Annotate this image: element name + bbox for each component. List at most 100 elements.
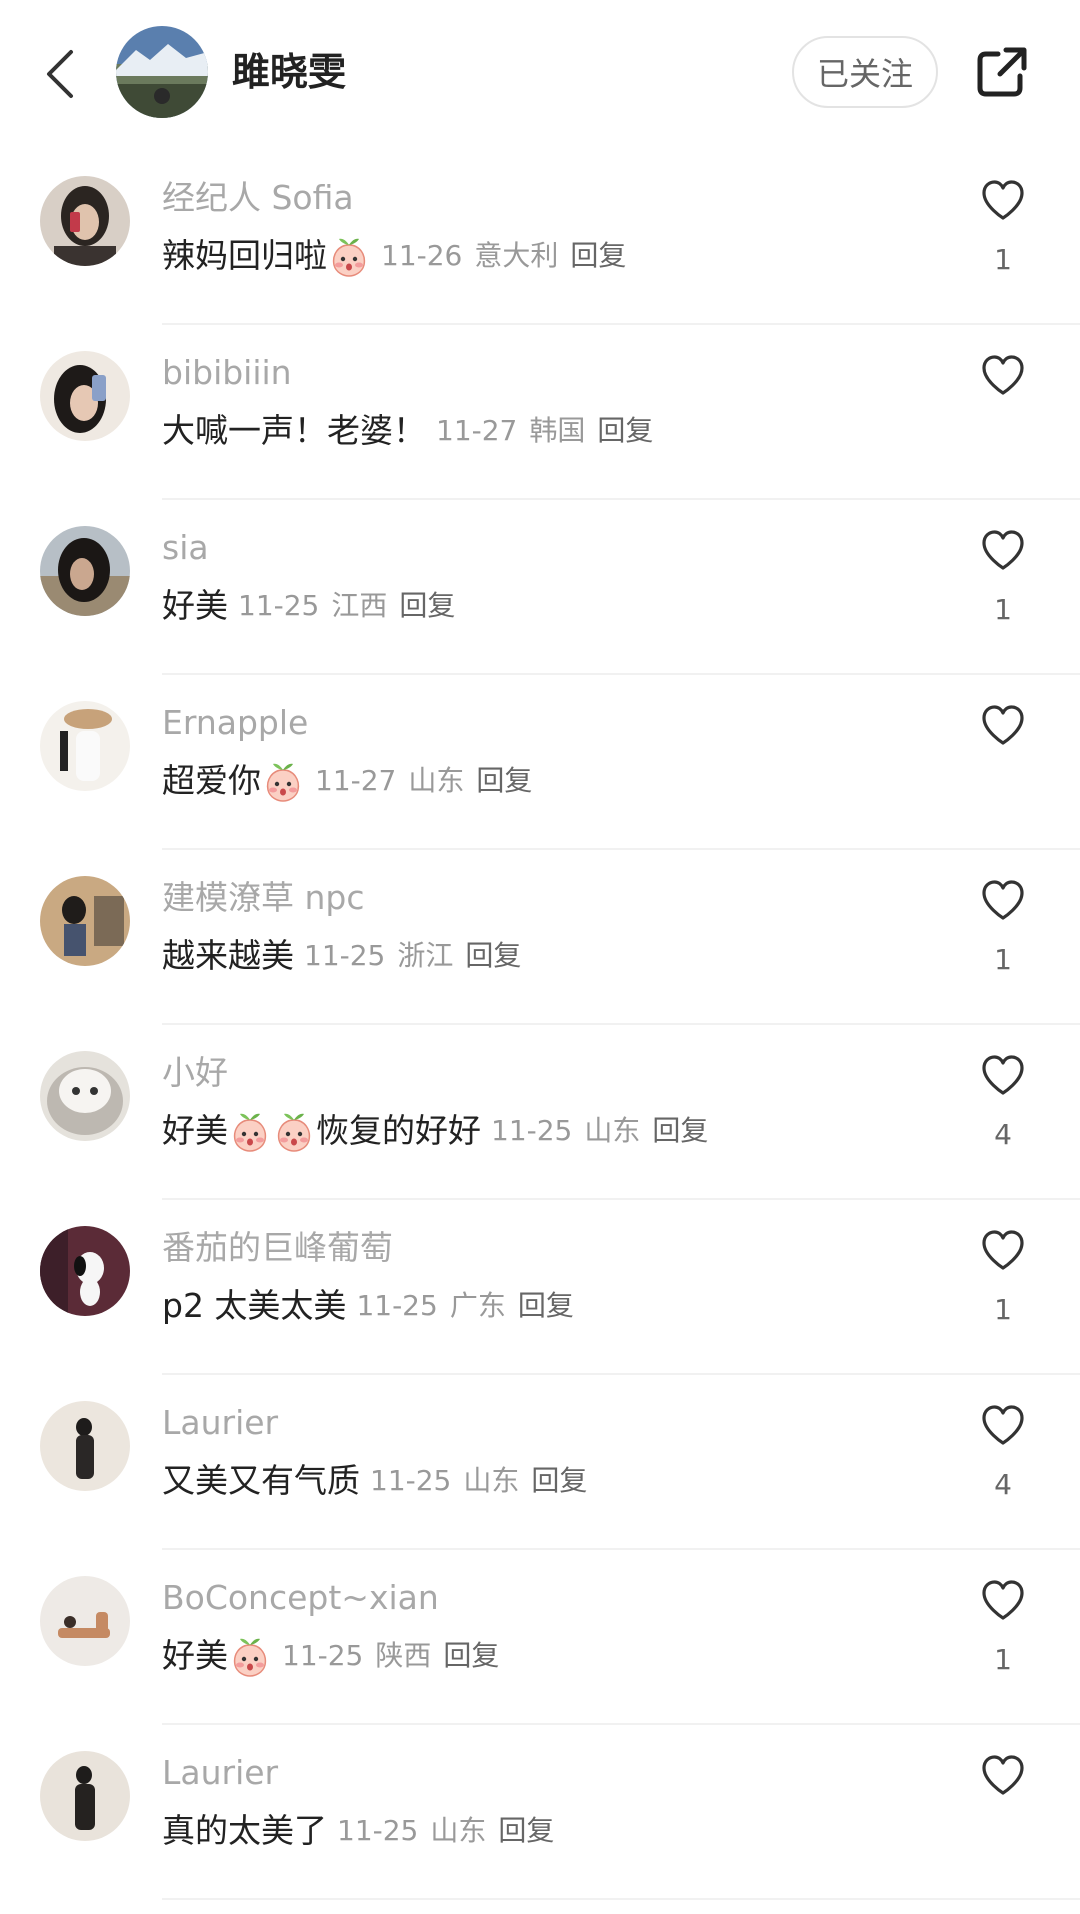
share-button[interactable]	[972, 42, 1032, 102]
comment-body: 好美 11-25 陕西 回复	[162, 1632, 511, 1680]
comment-location: 山东	[408, 764, 465, 797]
comment-item[interactable]: bibibiiin 大喊一声！老婆！ 11-27 韩国 回复	[0, 325, 1080, 500]
comment-username[interactable]: 经纪人 Sofia	[162, 176, 354, 220]
comment-date: 11-25	[238, 589, 320, 622]
comment-text: 真的太美了	[162, 1811, 327, 1850]
chevron-left-icon	[47, 50, 73, 98]
comment-item[interactable]: 建模潦草 npc 越来越美 11-25 浙江 回复 1	[0, 850, 1080, 1025]
comment-item[interactable]: Ernapple 超爱你 11-27 山东 回复	[0, 675, 1080, 850]
user-avatar[interactable]	[40, 1751, 130, 1841]
reply-button[interactable]: 回复	[443, 1639, 499, 1672]
heart-outline-icon[interactable]	[980, 353, 1026, 399]
comment-list: 经纪人 Sofia 辣妈回归啦 11-26 意大利 回复 1 bibibiiin 大喊一声！老…	[0, 150, 1080, 1900]
comment-item[interactable]: 经纪人 Sofia 辣妈回归啦 11-26 意大利 回复 1	[0, 150, 1080, 325]
share-icon	[977, 47, 1027, 97]
reply-button[interactable]: 回复	[518, 1289, 574, 1322]
comment-meta: 11-25 山东 回复	[370, 1457, 599, 1505]
user-avatar[interactable]	[40, 351, 130, 441]
comment-text: 好美	[162, 1636, 228, 1675]
comment-text-cont: 恢复的好好	[316, 1111, 481, 1150]
comment-body: 真的太美了 11-25 山东 回复	[162, 1807, 566, 1855]
comment-username[interactable]: sia	[162, 526, 209, 570]
comment-location: 意大利	[474, 239, 559, 272]
reply-button[interactable]: 回复	[597, 414, 653, 447]
comment-item[interactable]: Laurier 真的太美了 11-25 山东 回复	[0, 1725, 1080, 1900]
like-count: 4	[994, 1118, 1012, 1151]
blushing-peach-emoji-icon	[332, 238, 366, 277]
comment-body: 大喊一声！老婆！ 11-27 韩国 回复	[162, 407, 665, 455]
comment-location: 山东	[584, 1114, 641, 1147]
user-avatar[interactable]	[40, 1051, 130, 1141]
user-avatar[interactable]	[40, 526, 130, 616]
comment-username[interactable]: 小好	[162, 1051, 228, 1095]
following-button[interactable]: 已关注	[792, 36, 938, 108]
blushing-peach-emoji-icon	[277, 1113, 311, 1152]
comment-body: 好美 11-25 江西 回复	[162, 582, 467, 630]
comment-item[interactable]: sia 好美 11-25 江西 回复 1	[0, 500, 1080, 675]
comment-date: 11-25	[370, 1464, 452, 1497]
comment-text: p2 太美太美	[162, 1286, 347, 1325]
user-avatar[interactable]	[40, 701, 130, 791]
like-count: 1	[994, 943, 1012, 976]
reply-button[interactable]: 回复	[399, 589, 455, 622]
comment-username[interactable]: BoConcept~xian	[162, 1576, 439, 1620]
comment-location: 陕西	[375, 1639, 432, 1672]
reply-button[interactable]: 回复	[465, 939, 521, 972]
reply-button[interactable]: 回复	[498, 1814, 554, 1847]
comment-location: 广东	[449, 1289, 506, 1322]
heart-outline-icon[interactable]	[980, 528, 1026, 574]
user-avatar[interactable]	[40, 1226, 130, 1316]
heart-outline-icon[interactable]	[980, 1053, 1026, 1099]
top-bar: 雎晓雯 已关注	[0, 0, 1080, 150]
comment-item[interactable]: 小好好美 恢复的好好 11-25 山东 回复 4	[0, 1025, 1080, 1200]
profile-name[interactable]: 雎晓雯	[232, 48, 346, 96]
comment-date: 11-25	[356, 1289, 438, 1322]
user-avatar[interactable]	[40, 1576, 130, 1666]
heart-outline-icon[interactable]	[980, 878, 1026, 924]
comment-username[interactable]: Laurier	[162, 1751, 278, 1795]
like-count: 1	[994, 243, 1012, 276]
profile-avatar[interactable]	[116, 26, 208, 118]
comment-location: 江西	[331, 589, 388, 622]
comment-username[interactable]: 建模潦草 npc	[162, 876, 365, 920]
comment-meta: 11-25 山东 回复	[491, 1107, 720, 1155]
comment-date: 11-25	[491, 1114, 573, 1147]
blushing-peach-emoji-icon	[266, 763, 300, 802]
comment-body: 越来越美 11-25 浙江 回复	[162, 932, 533, 980]
heart-outline-icon[interactable]	[980, 1228, 1026, 1274]
comment-username[interactable]: 番茄的巨峰葡萄	[162, 1226, 393, 1270]
comment-username[interactable]: bibibiiin	[162, 351, 292, 395]
reply-button[interactable]: 回复	[652, 1114, 708, 1147]
user-avatar[interactable]	[40, 876, 130, 966]
comment-meta: 11-25 陕西 回复	[282, 1632, 511, 1680]
comment-meta: 11-25 广东 回复	[356, 1282, 585, 1330]
comment-item[interactable]: BoConcept~xian 好美 11-25 陕西 回复 1	[0, 1550, 1080, 1725]
user-avatar[interactable]	[40, 176, 130, 266]
comment-location: 山东	[430, 1814, 487, 1847]
heart-outline-icon[interactable]	[980, 1753, 1026, 1799]
comment-text: 好美	[162, 1111, 228, 1150]
reply-button[interactable]: 回复	[570, 239, 626, 272]
heart-outline-icon[interactable]	[980, 703, 1026, 749]
comment-meta: 11-27 山东 回复	[315, 757, 544, 805]
like-count: 1	[994, 593, 1012, 626]
comment-item[interactable]: 番茄的巨峰葡萄 p2 太美太美 11-25 广东 回复 1	[0, 1200, 1080, 1375]
heart-outline-icon[interactable]	[980, 178, 1026, 224]
comment-text: 大喊一声！老婆！	[162, 411, 426, 450]
reply-button[interactable]: 回复	[531, 1464, 587, 1497]
reply-button[interactable]: 回复	[476, 764, 532, 797]
comment-username[interactable]: Ernapple	[162, 701, 308, 745]
comment-username[interactable]: Laurier	[162, 1401, 278, 1445]
comment-body: 又美又有气质 11-25 山东 回复	[162, 1457, 599, 1505]
comment-meta: 11-25 浙江 回复	[304, 932, 533, 980]
comment-text: 辣妈回归啦	[162, 236, 327, 275]
comment-item[interactable]: Laurier 又美又有气质 11-25 山东 回复 4	[0, 1375, 1080, 1550]
comment-meta: 11-26 意大利 回复	[381, 232, 638, 280]
heart-outline-icon[interactable]	[980, 1403, 1026, 1449]
comment-date: 11-25	[282, 1639, 364, 1672]
heart-outline-icon[interactable]	[980, 1578, 1026, 1624]
comment-date: 11-25	[337, 1814, 419, 1847]
like-count: 1	[994, 1293, 1012, 1326]
user-avatar[interactable]	[40, 1401, 130, 1491]
back-button[interactable]	[40, 44, 80, 104]
